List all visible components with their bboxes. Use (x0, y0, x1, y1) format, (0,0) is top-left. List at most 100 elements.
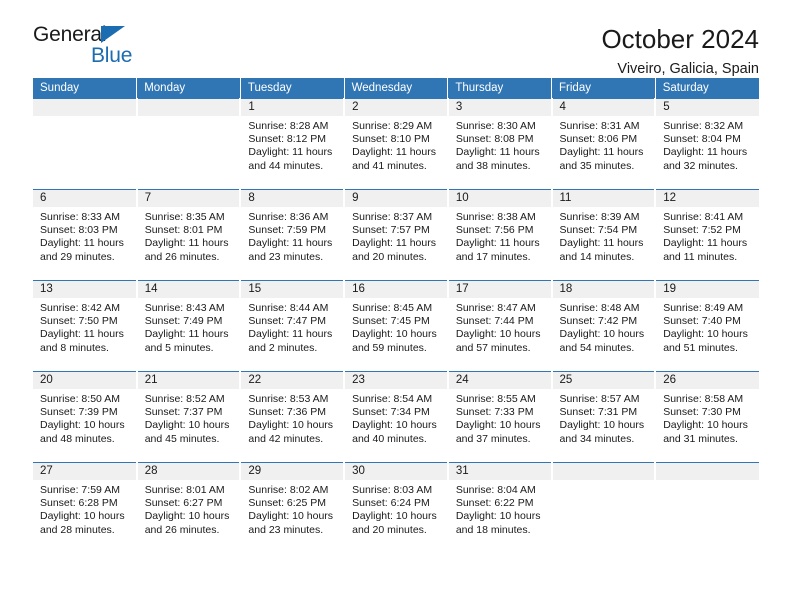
day-cell-inner (656, 463, 759, 553)
calendar-day-cell[interactable]: 2 Sunrise: 8:29 AM Sunset: 8:10 PM Daylight… (344, 98, 449, 190)
day-number: 31 (448, 463, 551, 480)
daylight-text: Daylight: 11 hours and 38 minutes. (455, 146, 540, 172)
day-number (552, 463, 655, 480)
calendar-day-cell[interactable]: 21 Sunrise: 8:52 AM Sunset: 7:37 PM Dayligh… (136, 371, 242, 463)
sunset-text: Sunset: 6:28 PM (40, 497, 118, 510)
sunset-text: Sunset: 7:45 PM (352, 315, 430, 328)
day-cell-inner: 3 Sunrise: 8:30 AM Sunset: 8:08 PM Daylight… (448, 99, 551, 189)
sunset-text: Sunset: 7:44 PM (455, 315, 534, 328)
calendar-day-cell[interactable]: 15 Sunrise: 8:44 AM Sunset: 7:47 PM Dayligh… (240, 280, 346, 372)
calendar-day-cell[interactable]: 27 Sunrise: 7:59 AM Sunset: 6:28 PM Dayligh… (33, 462, 138, 553)
calendar-day-cell[interactable]: 13 Sunrise: 8:42 AM Sunset: 7:50 PM Dayligh… (33, 280, 138, 372)
calendar-day-cell[interactable]: 7 Sunrise: 8:35 AM Sunset: 8:01 PM Daylight… (136, 189, 242, 281)
calendar-day-cell[interactable]: 18 Sunrise: 8:48 AM Sunset: 7:42 PM Dayligh… (551, 280, 657, 372)
sunset-text: Sunset: 7:57 PM (352, 224, 430, 237)
day-number: 22 (241, 372, 344, 389)
calendar-day-cell[interactable]: 28 Sunrise: 8:01 AM Sunset: 6:27 PM Dayligh… (136, 462, 242, 553)
calendar-day-cell[interactable]: 19 Sunrise: 8:49 AM Sunset: 7:40 PM Dayligh… (655, 280, 759, 372)
calendar-body: 1 Sunrise: 8:28 AM Sunset: 8:12 PM Daylight… (33, 98, 759, 553)
weekday-header-saturday: Saturday (655, 78, 759, 99)
calendar-day-cell[interactable]: 22 Sunrise: 8:53 AM Sunset: 7:36 PM Dayligh… (240, 371, 346, 463)
day-details: Sunrise: 8:41 AM Sunset: 7:52 PM Daylight:… (656, 207, 759, 264)
calendar-grid: Sunday Monday Tuesday Wednesday Thursday… (33, 78, 759, 553)
calendar-day-cell[interactable]: 4 Sunrise: 8:31 AM Sunset: 8:06 PM Daylight… (551, 98, 657, 190)
calendar-day-cell[interactable]: 9 Sunrise: 8:37 AM Sunset: 7:57 PM Daylight… (344, 189, 449, 281)
day-cell-inner: 27 Sunrise: 7:59 AM Sunset: 6:28 PM Dayligh… (33, 463, 136, 553)
calendar-day-cell[interactable]: 6 Sunrise: 8:33 AM Sunset: 8:03 PM Daylight… (33, 189, 138, 281)
day-number: 30 (345, 463, 447, 480)
day-cell-inner: 23 Sunrise: 8:54 AM Sunset: 7:34 PM Dayligh… (345, 372, 447, 462)
calendar-day-cell[interactable]: 5 Sunrise: 8:32 AM Sunset: 8:04 PM Daylight… (655, 98, 759, 190)
daylight-text: Daylight: 11 hours and 20 minutes. (352, 237, 436, 263)
calendar-page: General Blue October 2024 Viveiro, Galic… (0, 0, 792, 612)
sunrise-text: Sunrise: 8:43 AM (144, 302, 225, 314)
day-cell-inner: 20 Sunrise: 8:50 AM Sunset: 7:39 PM Dayligh… (33, 372, 136, 462)
calendar-day-cell[interactable]: 12 Sunrise: 8:41 AM Sunset: 7:52 PM Dayligh… (655, 189, 759, 281)
sunrise-text: Sunrise: 8:55 AM (455, 393, 536, 405)
daylight-text: Daylight: 11 hours and 5 minutes. (144, 328, 229, 354)
calendar-day-cell[interactable]: 25 Sunrise: 8:57 AM Sunset: 7:31 PM Dayligh… (551, 371, 657, 463)
sunset-text: Sunset: 7:36 PM (248, 406, 327, 419)
sunset-text: Sunset: 7:34 PM (352, 406, 430, 419)
sunset-text: Sunset: 7:56 PM (455, 224, 534, 237)
sunset-text: Sunset: 7:47 PM (248, 315, 327, 328)
day-number: 19 (656, 281, 759, 298)
calendar-day-cell[interactable]: 14 Sunrise: 8:43 AM Sunset: 7:49 PM Dayligh… (136, 280, 242, 372)
day-number: 9 (345, 190, 447, 207)
day-cell-inner: 18 Sunrise: 8:48 AM Sunset: 7:42 PM Dayligh… (552, 281, 655, 371)
calendar-day-cell[interactable]: 29 Sunrise: 8:02 AM Sunset: 6:25 PM Dayligh… (240, 462, 346, 553)
sunset-text: Sunset: 7:54 PM (559, 224, 638, 237)
sunrise-text: Sunrise: 8:01 AM (144, 484, 225, 496)
day-cell-inner: 15 Sunrise: 8:44 AM Sunset: 7:47 PM Dayligh… (241, 281, 344, 371)
day-number: 15 (241, 281, 344, 298)
calendar-day-cell[interactable]: 20 Sunrise: 8:50 AM Sunset: 7:39 PM Dayligh… (33, 371, 138, 463)
daylight-text: Daylight: 11 hours and 17 minutes. (455, 237, 540, 263)
calendar-day-cell[interactable]: 31 Sunrise: 8:04 AM Sunset: 6:22 PM Dayligh… (447, 462, 553, 553)
day-cell-inner (33, 99, 136, 189)
logo-text-general: General (33, 23, 107, 46)
day-number: 16 (345, 281, 447, 298)
sunset-text: Sunset: 8:08 PM (455, 133, 534, 146)
calendar-day-cell[interactable]: 16 Sunrise: 8:45 AM Sunset: 7:45 PM Dayligh… (344, 280, 449, 372)
day-details: Sunrise: 8:36 AM Sunset: 7:59 PM Daylight:… (241, 207, 343, 264)
sunrise-text: Sunrise: 8:50 AM (40, 393, 120, 405)
page-header: General Blue October 2024 Viveiro, Galic… (33, 0, 759, 78)
calendar-day-cell[interactable]: 24 Sunrise: 8:55 AM Sunset: 7:33 PM Dayligh… (447, 371, 553, 463)
day-cell-inner: 25 Sunrise: 8:57 AM Sunset: 7:31 PM Dayligh… (552, 372, 655, 462)
day-details: Sunrise: 8:04 AM Sunset: 6:22 PM Daylight:… (449, 480, 551, 537)
day-details: Sunrise: 8:53 AM Sunset: 7:36 PM Daylight:… (241, 389, 343, 446)
day-number: 12 (656, 190, 759, 207)
calendar-week-row: 13 Sunrise: 8:42 AM Sunset: 7:50 PM Dayligh… (33, 280, 759, 372)
daylight-text: Daylight: 10 hours and 45 minutes. (144, 419, 230, 445)
day-number: 8 (241, 190, 344, 207)
day-number (137, 99, 240, 116)
calendar-day-cell[interactable]: 3 Sunrise: 8:30 AM Sunset: 8:08 PM Daylight… (447, 98, 553, 190)
sunrise-text: Sunrise: 8:04 AM (455, 484, 536, 496)
calendar-day-cell[interactable]: 1 Sunrise: 8:28 AM Sunset: 8:12 PM Daylight… (240, 98, 346, 190)
daylight-text: Daylight: 10 hours and 51 minutes. (663, 328, 748, 354)
day-number: 4 (552, 99, 655, 116)
calendar-day-cell[interactable]: 17 Sunrise: 8:47 AM Sunset: 7:44 PM Dayligh… (447, 280, 553, 372)
calendar-day-cell[interactable]: 11 Sunrise: 8:39 AM Sunset: 7:54 PM Dayligh… (551, 189, 657, 281)
day-details: Sunrise: 8:44 AM Sunset: 7:47 PM Daylight:… (241, 298, 343, 355)
calendar-day-cell[interactable]: 23 Sunrise: 8:54 AM Sunset: 7:34 PM Dayligh… (344, 371, 449, 463)
day-details: Sunrise: 8:49 AM Sunset: 7:40 PM Daylight:… (656, 298, 759, 355)
brand-logo[interactable]: General Blue (33, 24, 163, 76)
calendar-day-cell[interactable]: 8 Sunrise: 8:36 AM Sunset: 7:59 PM Daylight… (240, 189, 346, 281)
calendar-day-cell[interactable]: 26 Sunrise: 8:58 AM Sunset: 7:30 PM Dayligh… (655, 371, 759, 463)
calendar-day-cell (33, 98, 138, 190)
day-cell-inner: 9 Sunrise: 8:37 AM Sunset: 7:57 PM Daylight… (345, 190, 447, 280)
day-details: Sunrise: 8:02 AM Sunset: 6:25 PM Daylight:… (241, 480, 343, 537)
day-details: Sunrise: 8:52 AM Sunset: 7:37 PM Daylight:… (138, 389, 240, 446)
day-details: Sunrise: 8:47 AM Sunset: 7:44 PM Daylight:… (449, 298, 551, 355)
calendar-day-cell[interactable]: 30 Sunrise: 8:03 AM Sunset: 6:24 PM Dayligh… (344, 462, 449, 553)
daylight-text: Daylight: 11 hours and 44 minutes. (248, 146, 333, 172)
day-number: 11 (552, 190, 655, 207)
sunrise-text: Sunrise: 8:42 AM (40, 302, 120, 314)
daylight-text: Daylight: 11 hours and 32 minutes. (663, 146, 748, 172)
day-details: Sunrise: 8:29 AM Sunset: 8:10 PM Daylight:… (345, 116, 447, 173)
calendar-day-cell[interactable]: 10 Sunrise: 8:38 AM Sunset: 7:56 PM Dayligh… (447, 189, 553, 281)
daylight-text: Daylight: 10 hours and 59 minutes. (352, 328, 437, 354)
daylight-text: Daylight: 10 hours and 48 minutes. (40, 419, 125, 445)
day-number: 27 (33, 463, 136, 480)
